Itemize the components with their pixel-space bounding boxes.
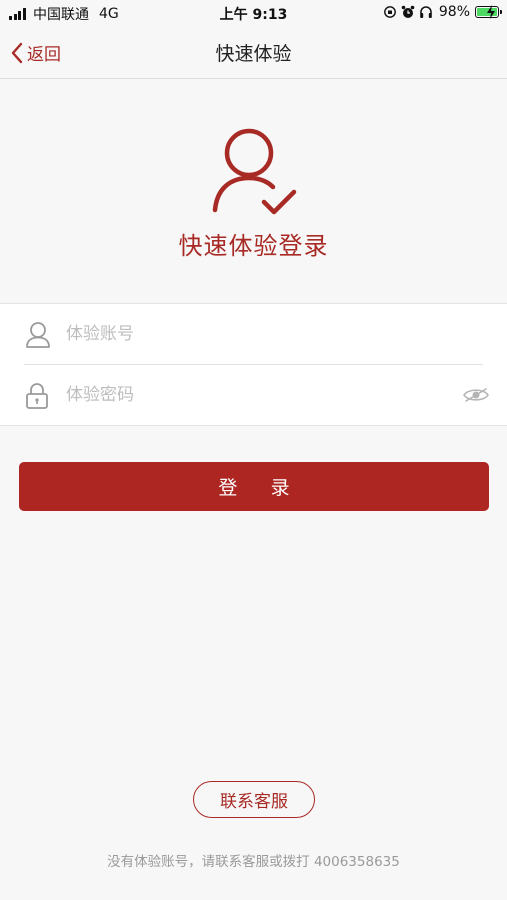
status-bar: 中国联通 4G 上午 9:13 98% xyxy=(0,0,507,27)
status-right: 98% xyxy=(379,4,502,20)
footer-hint: 没有体验账号，请联系客服或拨打 4006358635 xyxy=(107,854,400,870)
hero-title: 快速体验登录 xyxy=(178,232,329,260)
password-field-row xyxy=(0,365,507,426)
user-icon xyxy=(26,322,50,348)
alarm-icon xyxy=(401,5,415,18)
contact-support-button[interactable]: 联系客服 xyxy=(193,781,315,818)
headphones-icon xyxy=(420,6,432,18)
user-check-icon xyxy=(212,128,297,215)
quick-trial-login-screen: 中国联通 4G 上午 9:13 98% 返回 快速体验 快速体验登录 体验账号 … xyxy=(0,0,507,900)
battery-percentage: 98% xyxy=(438,4,470,20)
account-field-row xyxy=(0,304,507,365)
orientation-lock-icon xyxy=(383,6,396,18)
login-button[interactable]: 登 录 xyxy=(19,462,489,511)
eye-icon[interactable] xyxy=(463,387,489,403)
lock-icon xyxy=(26,383,48,409)
nav-bar: 返回 快速体验 xyxy=(0,27,507,79)
account-input[interactable] xyxy=(66,318,446,350)
password-input[interactable] xyxy=(66,379,446,411)
login-form xyxy=(0,303,507,426)
battery-icon xyxy=(475,5,502,19)
page-title: 快速体验 xyxy=(215,43,292,65)
